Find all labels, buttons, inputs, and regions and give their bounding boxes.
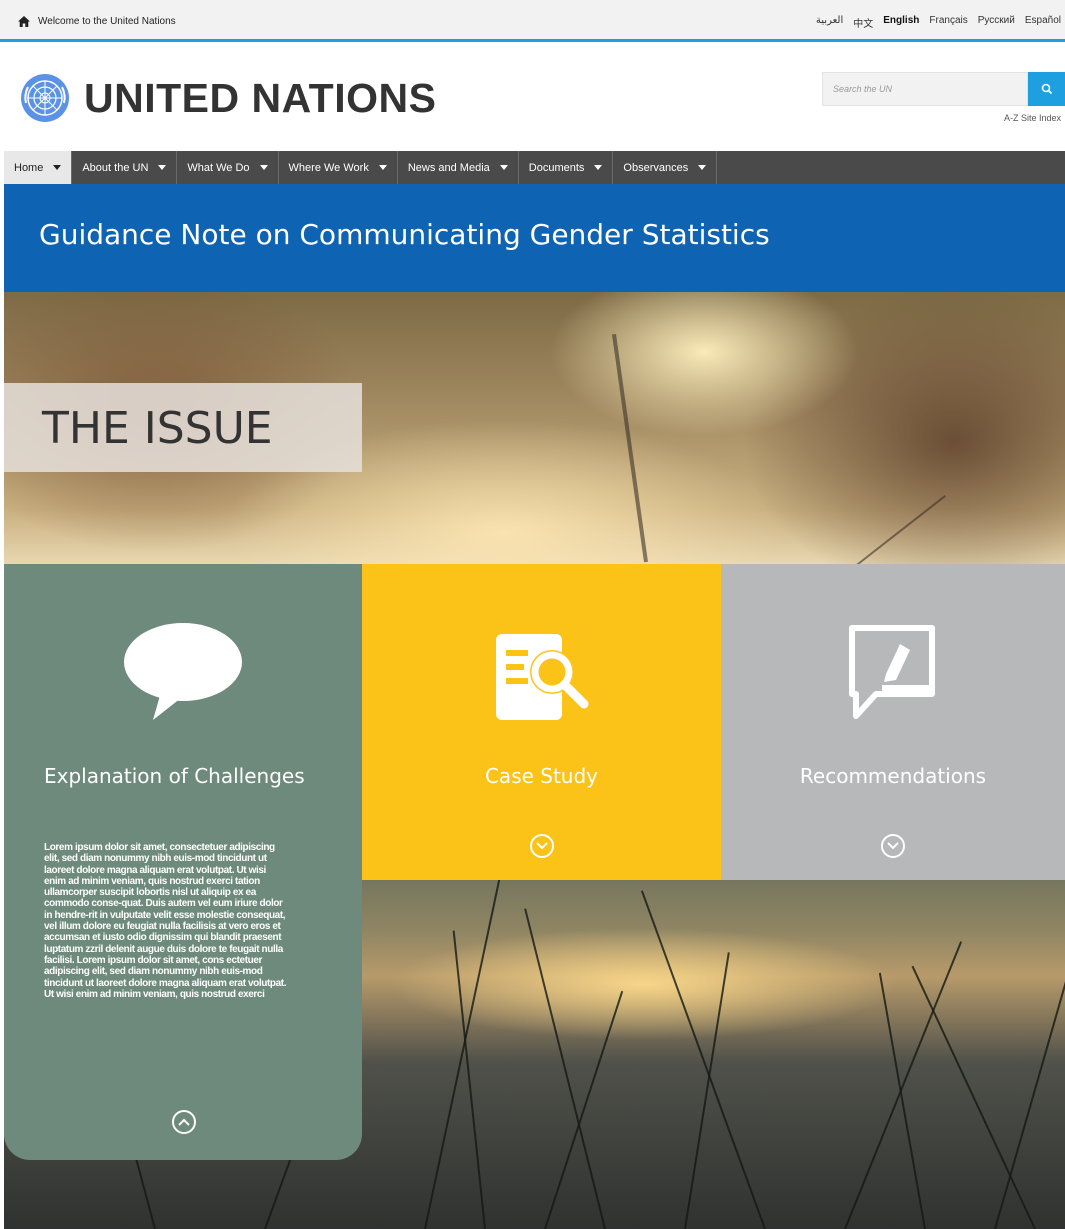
- chevron-down-icon: [53, 165, 62, 170]
- home-logo-link[interactable]: UNITED NATIONS: [20, 73, 436, 123]
- grass-blade: [994, 901, 1065, 1229]
- page-title-band: Guidance Note on Communicating Gender St…: [4, 184, 1065, 292]
- grass-blade: [640, 890, 766, 1229]
- search-icon: [1041, 83, 1052, 95]
- lang-russian[interactable]: Русский: [978, 15, 1015, 30]
- site-title: UNITED NATIONS: [84, 74, 437, 121]
- expand-button[interactable]: [529, 834, 554, 858]
- section-heading: THE ISSUE: [42, 403, 273, 454]
- lang-english[interactable]: English: [883, 15, 919, 30]
- chevron-down-icon: [158, 165, 167, 170]
- chevron-down-icon: [887, 842, 899, 850]
- tile-recommendations[interactable]: Recommendations: [721, 564, 1065, 880]
- az-site-index-link[interactable]: A-Z Site Index: [1004, 113, 1061, 123]
- section-heading-box: THE ISSUE: [4, 383, 362, 472]
- main-nav: Home About the UN What We Do Where We Wo…: [4, 151, 1065, 184]
- hero-grass-stem: [612, 333, 648, 563]
- nav-label: News and Media: [407, 161, 490, 174]
- grass-blade: [544, 990, 624, 1229]
- tile-label: Recommendations: [799, 764, 987, 788]
- chevron-down-icon: [378, 165, 387, 170]
- nav-label: What We Do: [187, 161, 250, 174]
- search-input[interactable]: Search the UN: [822, 72, 1028, 106]
- tile-label: Case Study: [484, 764, 599, 788]
- tile-label: Explanation of Challenges: [44, 764, 305, 788]
- nav-label: Home: [14, 161, 44, 174]
- tile-explanation-of-challenges[interactable]: Explanation of Challenges Lorem ipsum do…: [4, 564, 362, 1160]
- un-emblem-icon: [21, 74, 69, 122]
- site-header: UNITED NATIONS Search the UN A-Z Site In…: [0, 45, 1065, 151]
- grass-blade: [264, 1153, 294, 1229]
- lang-chinese[interactable]: 中文: [853, 15, 873, 30]
- nav-documents[interactable]: Documents: [519, 151, 614, 184]
- tile-case-study[interactable]: Case Study: [362, 564, 721, 880]
- expand-button[interactable]: [881, 834, 905, 858]
- nav-label: Documents: [528, 161, 585, 174]
- nav-what-we-do[interactable]: What We Do: [177, 151, 279, 184]
- search-button[interactable]: [1028, 72, 1065, 106]
- collapse-button[interactable]: [172, 1110, 196, 1134]
- grass-blade: [424, 876, 501, 1229]
- nav-where-we-work[interactable]: Where We Work: [279, 151, 398, 184]
- lang-french[interactable]: Français: [929, 15, 967, 30]
- grass-blade: [844, 941, 963, 1229]
- grass-blade: [524, 908, 606, 1229]
- speech-bubble-icon: [124, 623, 242, 720]
- grass-blade: [911, 965, 1036, 1229]
- chevron-up-icon: [178, 1118, 190, 1126]
- tile-icon-holder: [362, 622, 721, 722]
- chevron-down-icon: [594, 165, 603, 170]
- welcome-link[interactable]: Welcome to the United Nations: [18, 16, 176, 27]
- nav-about-the-un[interactable]: About the UN: [72, 151, 178, 184]
- grass-blade: [684, 952, 730, 1229]
- home-icon: [18, 16, 30, 27]
- nav-observances[interactable]: Observances: [613, 151, 718, 184]
- chevron-down-icon: [259, 165, 268, 170]
- language-switcher: العربية 中文 English Français Русский Espa…: [816, 15, 1061, 30]
- page-title: Guidance Note on Communicating Gender St…: [39, 218, 770, 251]
- document-search-icon: [495, 634, 588, 720]
- nav-label: Where We Work: [288, 161, 369, 174]
- top-utility-bar: Welcome to the United Nations العربية 中文…: [0, 0, 1065, 42]
- chevron-down-icon: [535, 842, 548, 850]
- tile-icon-holder: [721, 622, 1065, 722]
- nav-label: Observances: [623, 161, 689, 174]
- chevron-down-icon: [698, 165, 707, 170]
- lang-arabic[interactable]: العربية: [816, 15, 843, 30]
- lang-spanish[interactable]: Español: [1025, 15, 1061, 30]
- welcome-text: Welcome to the United Nations: [38, 16, 176, 27]
- tile-body-text: Lorem ipsum dolor sit amet, consectetuer…: [44, 842, 287, 1000]
- nav-home[interactable]: Home: [4, 151, 73, 184]
- tile-icon-holder: [4, 622, 362, 722]
- edit-note-icon: [849, 625, 935, 719]
- grass-blade: [878, 972, 926, 1229]
- nav-news-and-media[interactable]: News and Media: [398, 151, 519, 184]
- nav-label: About the UN: [82, 161, 149, 174]
- chevron-down-icon: [499, 165, 508, 170]
